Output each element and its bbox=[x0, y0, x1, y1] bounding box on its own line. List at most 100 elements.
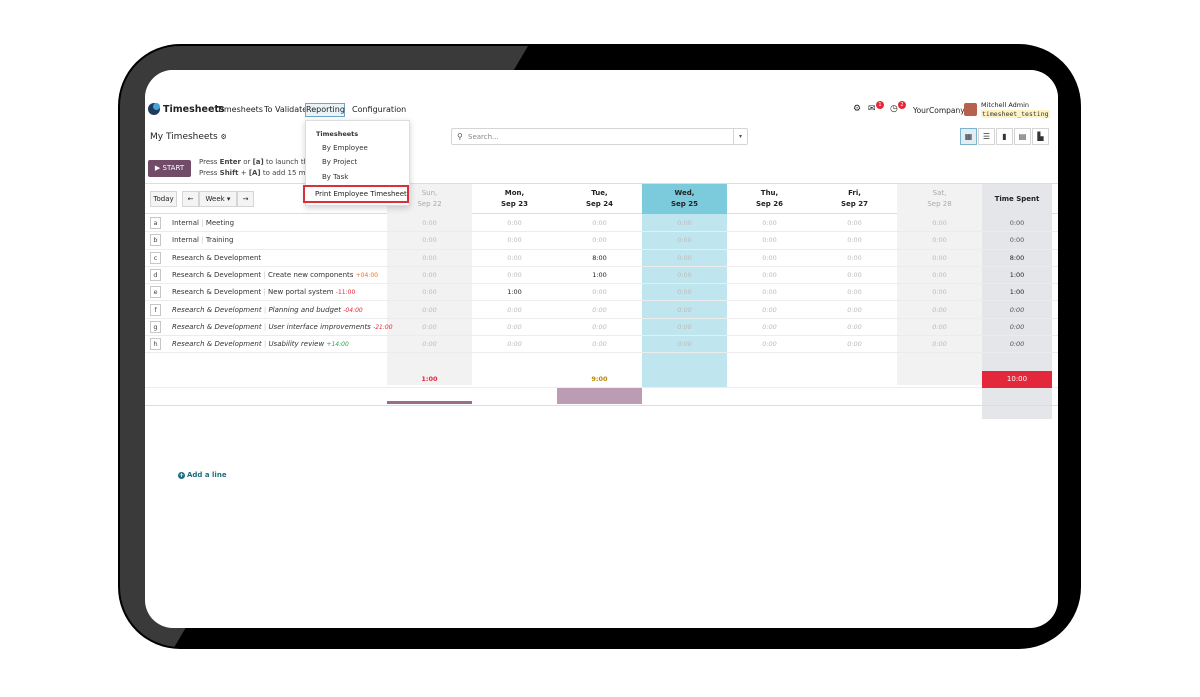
time-cell[interactable]: 0:00 bbox=[472, 219, 557, 227]
time-cell[interactable]: 0:00 bbox=[642, 288, 727, 296]
time-cell[interactable]: 1:00 bbox=[557, 271, 642, 279]
grid-view-button[interactable]: ▦ bbox=[960, 128, 977, 145]
next-week-arrow-icon[interactable]: → bbox=[237, 191, 254, 207]
time-cell[interactable]: 0:00 bbox=[897, 236, 982, 244]
time-cell[interactable]: 0:00 bbox=[472, 323, 557, 331]
today-button[interactable]: Today bbox=[150, 191, 177, 207]
time-cell[interactable]: 0:00 bbox=[897, 340, 982, 348]
time-cell[interactable]: 0:00 bbox=[472, 236, 557, 244]
row-label[interactable]: Research & Development | Planning and bu… bbox=[172, 306, 363, 314]
pivot-view-button[interactable]: ▤ bbox=[1014, 128, 1031, 145]
row-label[interactable]: Internal | Meeting bbox=[172, 219, 234, 227]
time-cell[interactable]: 0:00 bbox=[387, 236, 472, 244]
time-cell[interactable]: 0:00 bbox=[642, 306, 727, 314]
page-title: My Timesheets ⚙ bbox=[150, 132, 227, 142]
menu-timesheets[interactable]: Timesheets bbox=[217, 105, 263, 114]
range-select-button[interactable]: Week ▾ bbox=[199, 191, 237, 207]
prev-week-arrow-icon[interactable]: ← bbox=[182, 191, 199, 207]
time-cell[interactable]: 0:00 bbox=[727, 254, 812, 262]
menu-reporting[interactable]: Reporting bbox=[305, 103, 345, 117]
row-label[interactable]: Research & Development bbox=[172, 254, 261, 262]
time-cell[interactable]: 0:00 bbox=[727, 271, 812, 279]
activity-clock-icon[interactable]: ◷ bbox=[890, 104, 898, 114]
company-switcher[interactable]: YourCompany bbox=[913, 106, 965, 115]
time-cell[interactable]: 0:00 bbox=[557, 219, 642, 227]
time-cell[interactable]: 0:00 bbox=[897, 254, 982, 262]
time-cell[interactable]: 0:00 bbox=[387, 219, 472, 227]
table-row: e Research & Development | New portal sys… bbox=[145, 284, 1058, 302]
chat-icon[interactable]: ✉ bbox=[868, 104, 876, 114]
time-cell[interactable]: 0:00 bbox=[727, 306, 812, 314]
time-cell[interactable]: 8:00 bbox=[557, 254, 642, 262]
time-cell[interactable]: 0:00 bbox=[472, 271, 557, 279]
time-cell[interactable]: 0:00 bbox=[812, 219, 897, 227]
avatar[interactable] bbox=[964, 103, 977, 116]
time-cell[interactable]: 0:00 bbox=[727, 288, 812, 296]
time-cell[interactable]: 0:00 bbox=[727, 219, 812, 227]
search-input[interactable]: ⚲ Search... ▾ bbox=[451, 128, 748, 145]
row-label[interactable]: Research & Development | Create new comp… bbox=[172, 271, 378, 279]
dropdown-by-task[interactable]: By Task bbox=[322, 173, 348, 181]
time-cell[interactable]: 0:00 bbox=[642, 236, 727, 244]
graph-view-button[interactable]: ▙ bbox=[1032, 128, 1049, 145]
row-label[interactable]: Research & Development | Usability revie… bbox=[172, 340, 349, 348]
menu-to-validate[interactable]: To Validate bbox=[264, 105, 307, 114]
time-cell[interactable]: 0:00 bbox=[727, 236, 812, 244]
menu-configuration[interactable]: Configuration bbox=[352, 105, 406, 114]
time-cell[interactable]: 0:00 bbox=[557, 323, 642, 331]
time-cell[interactable]: 0:00 bbox=[812, 236, 897, 244]
time-cell[interactable]: 0:00 bbox=[387, 340, 472, 348]
sunday-total-bar bbox=[387, 401, 472, 404]
time-cell[interactable]: 0:00 bbox=[727, 323, 812, 331]
dropdown-by-employee[interactable]: By Employee bbox=[322, 144, 368, 152]
row-label[interactable]: Research & Development | User interface … bbox=[172, 323, 393, 331]
time-cell[interactable]: 0:00 bbox=[557, 288, 642, 296]
time-cell[interactable]: 0:00 bbox=[642, 340, 727, 348]
time-cell[interactable]: 0:00 bbox=[812, 340, 897, 348]
time-cell[interactable]: 0:00 bbox=[642, 219, 727, 227]
time-cell[interactable]: 0:00 bbox=[387, 254, 472, 262]
row-key: f bbox=[150, 303, 161, 316]
time-cell[interactable]: 0:00 bbox=[472, 340, 557, 348]
add-line-button[interactable]: + Add a line bbox=[178, 471, 227, 479]
time-cell[interactable]: 0:00 bbox=[642, 323, 727, 331]
time-cell[interactable]: 0:00 bbox=[812, 288, 897, 296]
time-cell[interactable]: 0:00 bbox=[812, 323, 897, 331]
dropdown-by-project[interactable]: By Project bbox=[322, 158, 357, 166]
time-cell[interactable]: 0:00 bbox=[897, 306, 982, 314]
app-logo-icon[interactable] bbox=[148, 103, 160, 115]
time-cell[interactable]: 0:00 bbox=[642, 254, 727, 262]
time-cell[interactable]: 0:00 bbox=[727, 340, 812, 348]
list-view-button[interactable]: ☰ bbox=[978, 128, 995, 145]
time-cell[interactable]: 0:00 bbox=[897, 271, 982, 279]
time-cell[interactable]: 1:00 bbox=[472, 288, 557, 296]
bug-icon[interactable]: ⚙ bbox=[853, 104, 861, 114]
time-cell[interactable]: 0:00 bbox=[642, 271, 727, 279]
settings-gear-icon[interactable]: ⚙ bbox=[221, 133, 227, 141]
kanban-view-button[interactable]: ▮ bbox=[996, 128, 1013, 145]
time-cell[interactable]: 0:00 bbox=[897, 219, 982, 227]
time-cell[interactable]: 0:00 bbox=[472, 254, 557, 262]
time-cell[interactable]: 0:00 bbox=[387, 323, 472, 331]
time-cell[interactable]: 0:00 bbox=[897, 288, 982, 296]
user-name[interactable]: Mitchell Admin bbox=[981, 101, 1029, 109]
row-key: g bbox=[150, 320, 161, 333]
time-cell[interactable]: 0:00 bbox=[387, 288, 472, 296]
time-cell[interactable]: 0:00 bbox=[812, 271, 897, 279]
app-title[interactable]: Timesheets bbox=[163, 104, 225, 115]
time-cell[interactable]: 0:00 bbox=[387, 306, 472, 314]
time-cell[interactable]: 0:00 bbox=[557, 306, 642, 314]
time-cell[interactable]: 0:00 bbox=[557, 236, 642, 244]
time-cell[interactable]: 0:00 bbox=[812, 306, 897, 314]
search-toggle-caret-icon[interactable]: ▾ bbox=[733, 129, 747, 144]
time-cell[interactable]: 0:00 bbox=[812, 254, 897, 262]
time-cell[interactable]: 0:00 bbox=[387, 271, 472, 279]
time-cell[interactable]: 0:00 bbox=[897, 323, 982, 331]
row-label[interactable]: Research & Development | New portal syst… bbox=[172, 288, 355, 296]
start-timer-button[interactable]: ▶ START bbox=[148, 160, 191, 177]
row-label[interactable]: Internal | Training bbox=[172, 236, 233, 244]
time-cell[interactable]: 0:00 bbox=[557, 340, 642, 348]
row-key: b bbox=[150, 234, 161, 247]
time-cell[interactable]: 0:00 bbox=[472, 306, 557, 314]
dropdown-print-employee-timesheet[interactable]: Print Employee Timesheet bbox=[303, 185, 409, 203]
